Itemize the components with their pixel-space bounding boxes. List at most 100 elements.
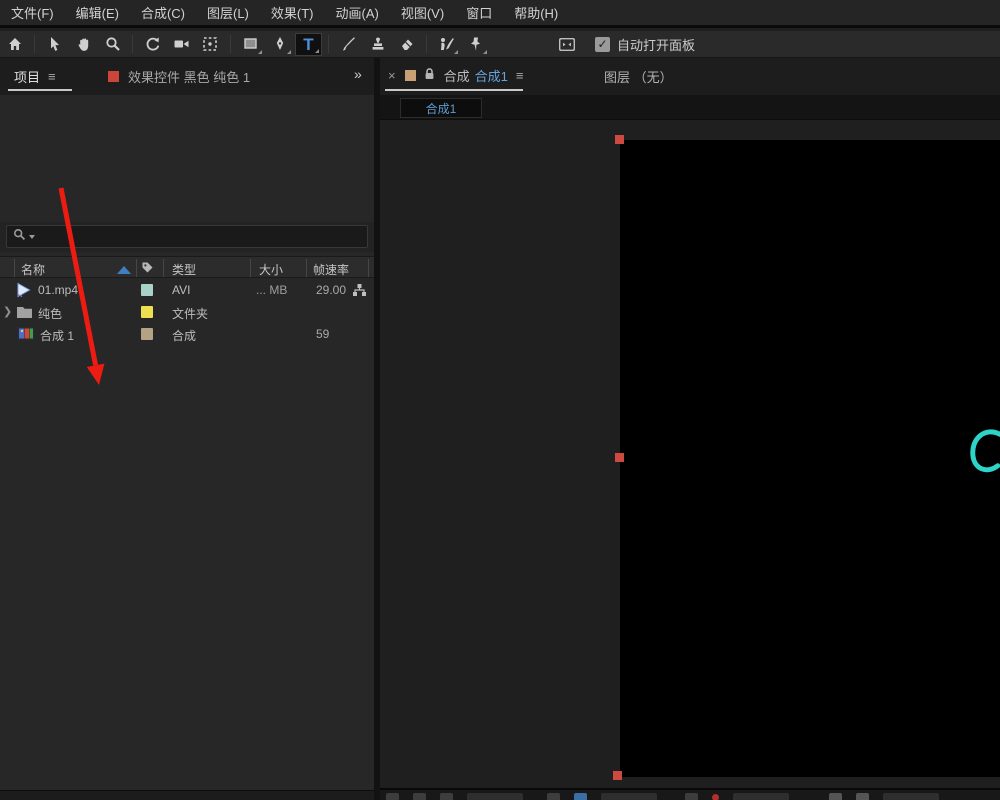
composition-icon xyxy=(18,327,34,343)
flyout-indicator-icon xyxy=(483,50,487,54)
panel-menu-icon[interactable]: ≡ xyxy=(516,68,524,83)
pen-tool-button[interactable] xyxy=(266,33,293,56)
project-panel: 名称 类型 大小 帧速率 01.mp4 AVI ... MB 29.00 ❯ 纯… xyxy=(0,95,374,800)
tab-project[interactable]: 项目 ≡ xyxy=(14,67,56,86)
footer-icon[interactable] xyxy=(440,793,453,800)
zoom-tool-button[interactable] xyxy=(99,33,126,56)
effect-controls-tab-label: 效果控件 黑色 纯色 1 xyxy=(128,67,250,86)
flyout-indicator-icon xyxy=(258,50,262,54)
panel-menu-icon[interactable]: ≡ xyxy=(48,69,56,84)
footer-icon[interactable] xyxy=(685,793,698,800)
clone-stamp-tool-button[interactable] xyxy=(364,33,391,56)
selection-tool-button[interactable] xyxy=(41,33,68,56)
hand-tool-icon xyxy=(76,36,92,52)
menu-edit[interactable]: 编辑(E) xyxy=(65,3,130,22)
footer-dropdown[interactable] xyxy=(733,793,789,800)
toolbar-right-group: ✓ 自动打开面板 xyxy=(552,33,695,56)
menu-file[interactable]: 文件(F) xyxy=(0,3,65,22)
item-name: 合成 1 xyxy=(40,327,74,344)
menu-window[interactable]: 窗口 xyxy=(455,3,503,22)
menu-help[interactable]: 帮助(H) xyxy=(503,3,569,22)
footer-icon[interactable] xyxy=(856,793,869,800)
puppet-pin-tool-button[interactable] xyxy=(462,33,489,56)
layer-handle-top-left[interactable] xyxy=(615,135,624,144)
composition-text-glyph xyxy=(968,417,1000,489)
expand-chevron-icon[interactable]: ❯ xyxy=(3,305,12,318)
layer-handle-mid-left[interactable] xyxy=(615,453,624,462)
search-options-caret-icon[interactable] xyxy=(29,235,35,239)
pan-behind-tool-button[interactable] xyxy=(197,33,224,56)
clone-stamp-tool-icon xyxy=(370,36,386,52)
menu-animation[interactable]: 动画(A) xyxy=(325,3,390,22)
item-name: 纯色 xyxy=(38,305,62,322)
project-table-header: 名称 类型 大小 帧速率 xyxy=(0,256,374,278)
hand-tool-button[interactable] xyxy=(70,33,97,56)
auto-open-panel-label: 自动打开面板 xyxy=(617,35,695,54)
footer-icon[interactable] xyxy=(712,794,719,800)
label-color-chip[interactable] xyxy=(141,328,153,340)
tab-layer[interactable]: 图层 （无） xyxy=(604,67,673,86)
roto-brush-tool-icon xyxy=(438,36,455,52)
footer-icon[interactable] xyxy=(386,793,399,800)
puppet-pin-tool-icon xyxy=(468,36,484,52)
menu-bar: 文件(F) 编辑(E) 合成(C) 图层(L) 效果(T) 动画(A) 视图(V… xyxy=(0,0,1000,28)
home-icon xyxy=(7,36,23,52)
brush-tool-button[interactable] xyxy=(335,33,362,56)
search-input[interactable] xyxy=(6,225,368,248)
footer-dropdown[interactable] xyxy=(883,793,939,800)
composition-canvas[interactable] xyxy=(620,140,1000,777)
toolbar-divider xyxy=(230,35,231,53)
auto-open-panel-checkbox[interactable]: ✓ xyxy=(595,37,610,52)
camera-tool-button[interactable] xyxy=(168,33,195,56)
footer-dropdown[interactable] xyxy=(601,793,657,800)
label-color-chip[interactable] xyxy=(141,284,153,296)
eraser-tool-button[interactable] xyxy=(393,33,420,56)
item-size: ... MB xyxy=(256,283,287,297)
column-size[interactable]: 大小 xyxy=(259,261,283,278)
footer-icon[interactable] xyxy=(547,793,560,800)
zoom-tool-icon xyxy=(105,36,121,52)
flyout-indicator-icon xyxy=(315,49,319,53)
table-row[interactable]: 合成 1 合成 59 xyxy=(0,323,374,345)
toolbar-divider xyxy=(34,35,35,53)
eraser-tool-icon xyxy=(399,36,415,52)
rectangle-tool-button[interactable] xyxy=(237,33,264,56)
item-type: AVI xyxy=(172,283,190,297)
panel-toggle-button[interactable] xyxy=(553,33,580,56)
rotate-tool-button[interactable] xyxy=(139,33,166,56)
tab-overflow-chevron-icon[interactable]: » xyxy=(354,66,362,82)
panel-toggle-icon xyxy=(558,37,576,52)
table-row[interactable]: 01.mp4 AVI ... MB 29.00 xyxy=(0,279,374,301)
brush-tool-icon xyxy=(341,36,357,52)
column-type[interactable]: 类型 xyxy=(172,261,196,278)
layer-handle-bottom-left[interactable] xyxy=(613,771,622,780)
menu-layer[interactable]: 图层(L) xyxy=(196,3,260,22)
project-panel-footer xyxy=(0,790,374,800)
tab-composition[interactable]: × 合成 合成1 ≡ xyxy=(388,66,523,85)
menu-effect[interactable]: 效果(T) xyxy=(260,3,325,22)
type-tool-button[interactable]: T xyxy=(295,33,322,56)
tab-effect-controls[interactable]: 效果控件 黑色 纯色 1 xyxy=(108,67,250,86)
roto-brush-tool-button[interactable] xyxy=(433,33,460,56)
footer-icon[interactable] xyxy=(829,793,842,800)
viewer-subtab-comp1[interactable]: 合成1 xyxy=(400,98,482,118)
comp-color-swatch-icon xyxy=(405,70,416,81)
menu-view[interactable]: 视图(V) xyxy=(390,3,455,22)
table-row[interactable]: ❯ 纯色 文件夹 xyxy=(0,301,374,323)
footer-icon[interactable] xyxy=(574,793,587,800)
column-framerate[interactable]: 帧速率 xyxy=(313,261,349,278)
comp-tab-prefix: 合成 xyxy=(444,66,470,85)
home-button[interactable] xyxy=(1,33,28,56)
label-color-chip[interactable] xyxy=(141,306,153,318)
flyout-indicator-icon xyxy=(287,50,291,54)
sort-ascending-icon[interactable] xyxy=(117,266,131,274)
camera-tool-icon xyxy=(173,36,190,52)
column-name[interactable]: 名称 xyxy=(21,261,45,278)
project-search-row xyxy=(0,222,374,252)
footer-dropdown[interactable] xyxy=(467,793,523,800)
folder-icon xyxy=(16,305,33,322)
menu-composition[interactable]: 合成(C) xyxy=(130,3,196,22)
close-tab-icon[interactable]: × xyxy=(388,68,396,83)
label-column-icon[interactable] xyxy=(141,261,154,277)
footer-icon[interactable] xyxy=(413,793,426,800)
